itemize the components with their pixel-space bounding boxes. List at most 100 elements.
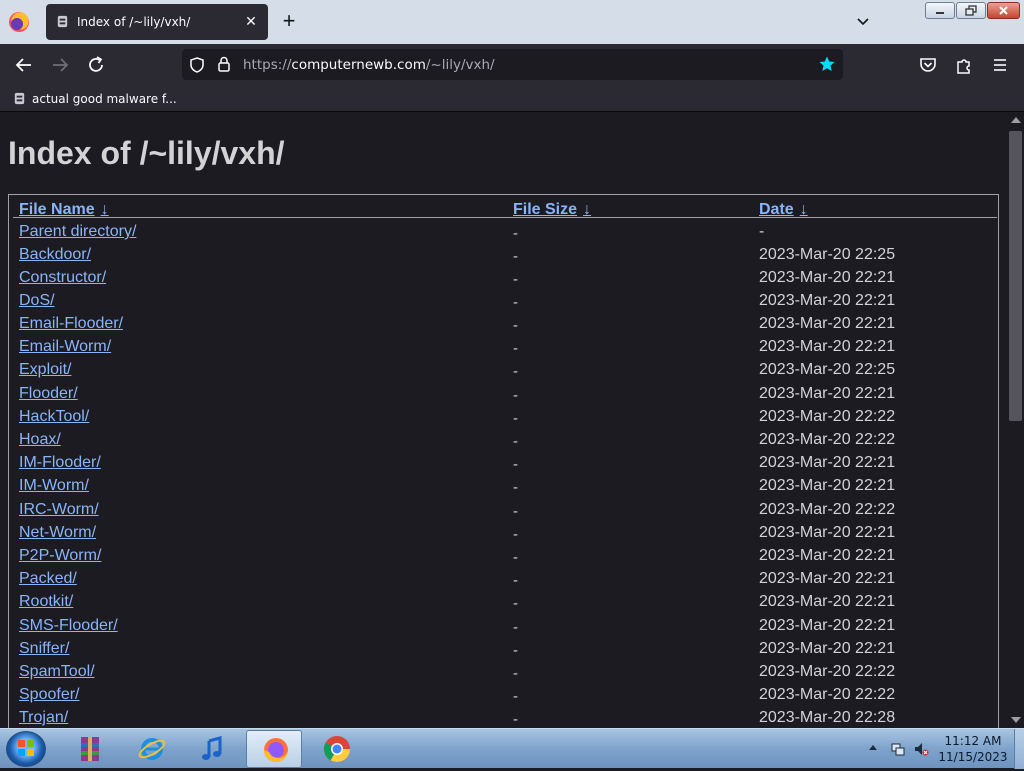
vertical-scrollbar[interactable]	[1007, 113, 1024, 728]
file-size: -	[513, 503, 518, 520]
directory-link[interactable]: Constructor/	[19, 269, 106, 287]
file-size: -	[513, 317, 518, 334]
page-content: Index of /~lily/vxh/ File Name ↓ File Siz…	[0, 113, 1007, 728]
restore-button[interactable]	[956, 2, 986, 19]
system-clock[interactable]: 11:12 AM 11/15/2023	[936, 733, 1010, 765]
back-arrow-icon[interactable]	[13, 54, 35, 76]
directory-link[interactable]: Flooder/	[19, 385, 78, 403]
forward-arrow-icon[interactable]	[49, 54, 71, 76]
file-size: -	[513, 549, 518, 566]
minimize-icon	[936, 12, 944, 14]
reload-icon[interactable]	[85, 54, 107, 76]
table-row: Email-Worm/ - 2023-Mar-20 22:21	[9, 338, 998, 361]
table-row: P2P-Worm/ - 2023-Mar-20 22:21	[9, 547, 998, 570]
extensions-icon[interactable]	[953, 54, 975, 76]
file-size: -	[513, 711, 518, 728]
directory-link[interactable]: Packed/	[19, 570, 77, 588]
taskbar-app-itunes[interactable]	[184, 730, 240, 768]
table-row: Sniffer/ - 2023-Mar-20 22:21	[9, 640, 998, 663]
tab-active[interactable]: Index of /~lily/vxh/ ✕	[46, 4, 268, 40]
speaker-muted-icon[interactable]	[913, 741, 929, 757]
directory-link[interactable]: Rootkit/	[19, 593, 73, 611]
taskbar-app-firefox[interactable]	[246, 730, 302, 768]
firefox-view-icon[interactable]	[9, 12, 29, 32]
file-date: 2023-Mar-20 22:21	[759, 269, 896, 286]
bookmark-star-icon[interactable]	[818, 55, 836, 73]
file-size: -	[513, 456, 518, 473]
directory-link[interactable]: Parent directory/	[19, 223, 136, 241]
pocket-icon[interactable]	[917, 54, 939, 76]
directory-link[interactable]: Email-Worm/	[19, 338, 111, 356]
file-date: 2023-Mar-20 22:21	[759, 385, 896, 402]
taskbar-app-chrome[interactable]	[308, 730, 364, 768]
directory-link[interactable]: IRC-Worm/	[19, 501, 99, 519]
restore-icon	[965, 5, 977, 16]
tab-close-icon[interactable]: ✕	[242, 12, 260, 30]
show-desktop-button[interactable]	[1014, 729, 1024, 769]
directory-link[interactable]: HackTool/	[19, 408, 89, 426]
address-bar[interactable]: https://computernewb.com/~lily/vxh/	[182, 49, 843, 80]
file-date: 2023-Mar-20 22:21	[759, 292, 896, 309]
shield-icon[interactable]	[188, 56, 206, 74]
directory-link[interactable]: DoS/	[19, 292, 55, 310]
file-date: 2023-Mar-20 22:21	[759, 617, 896, 634]
tab-bar: Index of /~lily/vxh/ ✕ +	[0, 0, 1024, 44]
url-host: computernewb.com	[291, 57, 426, 73]
table-row: SpamTool/ - 2023-Mar-20 22:22	[9, 663, 998, 686]
file-size: -	[513, 433, 518, 450]
file-size: -	[513, 642, 518, 659]
network-icon[interactable]	[890, 741, 906, 757]
close-icon	[999, 6, 1008, 15]
table-row: Exploit/ - 2023-Mar-20 22:25	[9, 361, 998, 384]
file-size: -	[513, 225, 518, 242]
directory-link[interactable]: IM-Flooder/	[19, 454, 101, 472]
directory-link[interactable]: Exploit/	[19, 361, 71, 379]
file-date: 2023-Mar-20 22:21	[759, 640, 896, 657]
rat-icon	[14, 92, 25, 105]
file-size: -	[513, 526, 518, 543]
navigation-toolbar: https://computernewb.com/~lily/vxh/	[0, 44, 1024, 86]
table-row: Packed/ - 2023-Mar-20 22:21	[9, 570, 998, 593]
directory-link[interactable]: Spoofer/	[19, 686, 79, 704]
close-window-button[interactable]	[987, 2, 1020, 19]
scroll-thumb[interactable]	[1009, 131, 1022, 421]
start-button[interactable]	[6, 731, 46, 767]
lock-icon[interactable]	[216, 55, 232, 73]
scroll-down-arrow-icon[interactable]	[1011, 717, 1021, 723]
directory-link[interactable]: SpamTool/	[19, 663, 95, 681]
itunes-icon	[202, 736, 222, 760]
chrome-icon	[323, 736, 351, 763]
file-date: 2023-Mar-20 22:22	[759, 663, 896, 680]
directory-link[interactable]: Email-Flooder/	[19, 315, 123, 333]
taskbar-app-internet-explorer[interactable]	[123, 730, 179, 768]
directory-link[interactable]: Net-Worm/	[19, 524, 96, 542]
file-date: 2023-Mar-20 22:21	[759, 315, 896, 332]
taskbar: 11:12 AM 11/15/2023	[0, 728, 1024, 769]
file-size: -	[513, 479, 518, 496]
hamburger-menu-icon[interactable]	[989, 54, 1011, 76]
directory-link[interactable]: Hoax/	[19, 431, 61, 449]
directory-link[interactable]: Backdoor/	[19, 246, 91, 264]
file-date: 2023-Mar-20 22:21	[759, 593, 896, 610]
directory-link[interactable]: Trojan/	[19, 709, 68, 727]
table-row: HackTool/ - 2023-Mar-20 22:22	[9, 408, 998, 431]
show-hidden-icons-icon[interactable]	[869, 745, 877, 750]
scroll-up-arrow-icon[interactable]	[1011, 117, 1021, 123]
directory-link[interactable]: Sniffer/	[19, 640, 69, 658]
file-date: -	[759, 223, 765, 240]
minimize-button[interactable]	[925, 2, 955, 19]
file-size: -	[513, 619, 518, 636]
table-row: IRC-Worm/ - 2023-Mar-20 22:22	[9, 501, 998, 524]
new-tab-button[interactable]: +	[278, 10, 300, 33]
page-title: Index of /~lily/vxh/	[8, 135, 285, 171]
file-date: 2023-Mar-20 22:22	[759, 501, 896, 518]
table-row: Spoofer/ - 2023-Mar-20 22:22	[9, 686, 998, 709]
header-date: Date	[759, 201, 794, 218]
table-row: Net-Worm/ - 2023-Mar-20 22:21	[9, 524, 998, 547]
url-text[interactable]: https://computernewb.com/~lily/vxh/	[243, 57, 495, 73]
directory-link[interactable]: P2P-Worm/	[19, 547, 101, 565]
directory-link[interactable]: SMS-Flooder/	[19, 617, 118, 635]
chevron-down-icon[interactable]	[852, 12, 874, 32]
directory-link[interactable]: IM-Worm/	[19, 477, 89, 495]
taskbar-app-winrar[interactable]	[61, 730, 117, 768]
